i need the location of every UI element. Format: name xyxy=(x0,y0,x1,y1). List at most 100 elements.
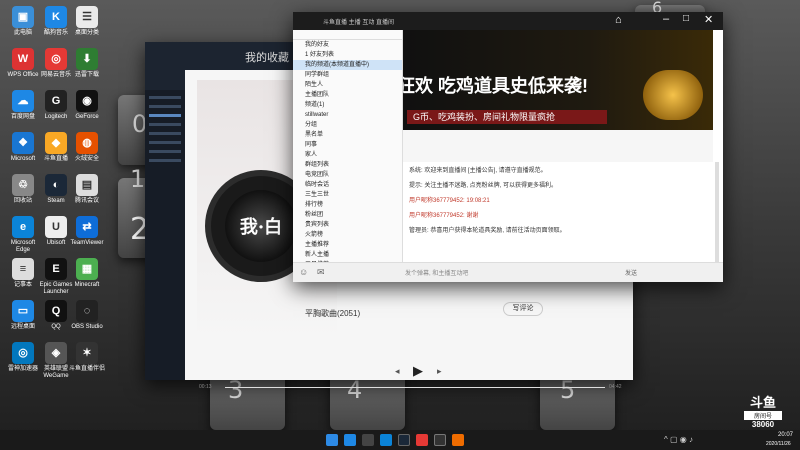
prev-track-button[interactable]: ◂ xyxy=(395,366,400,377)
app-icon: e xyxy=(12,216,34,238)
chat-scrollbar[interactable] xyxy=(715,162,719,262)
douyu-room-label: 房间号 xyxy=(744,411,782,420)
app-icon: Q xyxy=(45,300,67,322)
desktop-icon[interactable]: ⇄ TeamViewer xyxy=(68,216,106,247)
douyu-logo: 斗鱼 xyxy=(749,395,776,410)
tree-item[interactable]: 我的频道(本频道直播中) xyxy=(293,60,402,70)
tree-item[interactable]: 火箭榜 xyxy=(293,230,402,240)
taskbar: ^ ▢ ◉ ♪ 20:07 2020/11/26 xyxy=(0,430,800,450)
tree-item[interactable]: stillwater xyxy=(293,110,402,120)
app-icon: ◉ xyxy=(76,90,98,112)
app-icon: ◎ xyxy=(45,48,67,70)
tree-toolbar xyxy=(293,30,402,40)
douyu-taskbar-icon[interactable] xyxy=(452,434,464,446)
send-button[interactable]: 发送 xyxy=(625,268,637,277)
close-button[interactable]: ✕ xyxy=(704,13,713,26)
desktop-icon-label: 腾讯会议 xyxy=(74,198,99,204)
tree-item[interactable]: 1 好友列表 xyxy=(293,50,402,60)
start-icon[interactable] xyxy=(326,434,338,446)
desktop-icon-label: 火绒安全 xyxy=(74,156,99,162)
gift-icon[interactable]: ✉ xyxy=(317,267,325,278)
desktop-icon-label: Minecraft xyxy=(74,282,100,288)
desktop-icon-label: 斗鱼直播伴侣 xyxy=(68,366,105,372)
chat-message: 系统: 欢迎来到直播间 [主播公告], 请遵守直播规范。 xyxy=(409,168,547,174)
promo-banner[interactable]: 狂欢 吃鸡道具史低来袭! G币、吃鸡装扮、房间礼物限量疯抢 xyxy=(403,30,713,130)
tree-item[interactable]: 家人 xyxy=(293,150,402,160)
desktop-icon-label: OBS Studio xyxy=(71,324,103,330)
app-icon: ▭ xyxy=(12,300,34,322)
desktop-icon[interactable]: ▦ Minecraft xyxy=(68,258,106,289)
tree-item[interactable]: 主播团队 xyxy=(293,90,402,100)
time-total: 04:42 xyxy=(609,384,622,390)
app-icon: ◐ xyxy=(45,174,67,196)
minimize-button[interactable]: – xyxy=(663,13,669,25)
album-cover: 我·白 xyxy=(225,190,297,262)
tree-item[interactable]: 频道(1) xyxy=(293,100,402,110)
app-icon: ◍ xyxy=(76,132,98,154)
app-icon: G xyxy=(45,90,67,112)
desktop-icon[interactable]: ◍ 火绒安全 xyxy=(68,132,106,163)
tile-number: 4 xyxy=(347,376,363,404)
song-title: 平胸歌曲(2051) xyxy=(305,309,361,318)
tree-item[interactable]: 主播推荐 xyxy=(293,240,402,250)
kugou-taskbar-icon[interactable] xyxy=(344,434,356,446)
clock-date[interactable]: 2020/11/26 xyxy=(766,441,791,447)
emoji-icon[interactable]: ☺ xyxy=(299,267,308,277)
tree-item[interactable]: 排行榜 xyxy=(293,200,402,210)
app-icon: W xyxy=(12,48,34,70)
chat-input[interactable]: 发个弹幕, 和主播互动吧 xyxy=(405,268,468,277)
maximize-button[interactable]: □ xyxy=(683,13,689,24)
home-icon[interactable]: ⌂ xyxy=(615,14,622,26)
tree-item[interactable]: 分组 xyxy=(293,120,402,130)
tree-item[interactable]: 临时会话 xyxy=(293,180,402,190)
tree-item[interactable]: 新人主播 xyxy=(293,250,402,260)
tree-item[interactable]: 同事 xyxy=(293,140,402,150)
clock-time[interactable]: 20:07 xyxy=(778,432,793,438)
progress-bar[interactable] xyxy=(225,387,605,388)
tile-number: 1 xyxy=(130,165,146,193)
app-taskbar-icon[interactable] xyxy=(362,434,374,446)
chat-message: 管理员: 恭喜用户获得本轮道具奖励, 请前往活动页面领取。 xyxy=(409,228,566,234)
netease-taskbar-icon[interactable] xyxy=(416,434,428,446)
tree-item[interactable]: 三生三世 xyxy=(293,190,402,200)
tray-icons[interactable]: ^ ▢ ◉ ♪ xyxy=(664,435,693,444)
app-icon: U xyxy=(45,216,67,238)
tree-item[interactable]: 贵宾列表 xyxy=(293,220,402,230)
tree-item[interactable]: 同学群组 xyxy=(293,70,402,80)
tree-item[interactable]: 群组列表 xyxy=(293,160,402,170)
window-title: 斗鱼直播 主播 互动 直播间 xyxy=(323,20,395,26)
play-button[interactable]: ▶ xyxy=(413,363,423,379)
app-icon: E xyxy=(45,258,67,280)
obs-taskbar-icon[interactable] xyxy=(434,434,446,446)
comment-button-label: 写评论 xyxy=(512,305,534,312)
desktop-icon[interactable]: ☰ 桌面分类 xyxy=(68,6,106,37)
player-playlist-panel xyxy=(145,90,185,380)
app-icon: ✶ xyxy=(76,342,98,364)
desktop-icon[interactable]: ⬇ 迅雷下载 xyxy=(68,48,106,79)
steam-taskbar-icon[interactable] xyxy=(398,434,410,446)
comment-button[interactable]: 写评论 xyxy=(503,302,543,316)
player-controls: ◂ ▶ ▸ xyxy=(205,363,625,379)
tree-item[interactable]: 陌生人 xyxy=(293,80,402,90)
desktop-icon[interactable]: ◉ GeForce xyxy=(68,90,106,121)
banner-headline: 狂欢 吃鸡道具史低来袭! xyxy=(403,76,588,96)
app-icon: ☰ xyxy=(76,6,98,28)
tree-item[interactable]: 粉丝团 xyxy=(293,210,402,220)
tree-item[interactable]: 黑名单 xyxy=(293,130,402,140)
desktop-icon-label: 迅雷下载 xyxy=(74,72,99,78)
desktop-icon[interactable]: ◌ OBS Studio xyxy=(68,300,106,331)
app-icon: ≡ xyxy=(12,258,34,280)
tree-item[interactable]: 电竞团队 xyxy=(293,170,402,180)
app-icon: ❖ xyxy=(12,132,34,154)
live-room-window: 斗鱼直播 主播 互动 直播间 ⌂ – □ ✕ 我的好友 1 好友列表 我的频道(本频… xyxy=(293,12,723,282)
edge-taskbar-icon[interactable] xyxy=(380,434,392,446)
next-track-button[interactable]: ▸ xyxy=(437,366,442,377)
tree-item[interactable]: 我的好友 xyxy=(293,40,402,50)
desktop-icon[interactable]: ✶ 斗鱼直播伴侣 xyxy=(68,342,106,373)
app-icon: ⇄ xyxy=(76,216,98,238)
tile-number: 3 xyxy=(228,376,244,404)
desktop-icon-label: GeForce xyxy=(75,114,99,120)
chat-header-bar xyxy=(403,130,713,162)
desktop-icon[interactable]: ▤ 腾讯会议 xyxy=(68,174,106,205)
app-icon: ◌ xyxy=(76,300,98,322)
